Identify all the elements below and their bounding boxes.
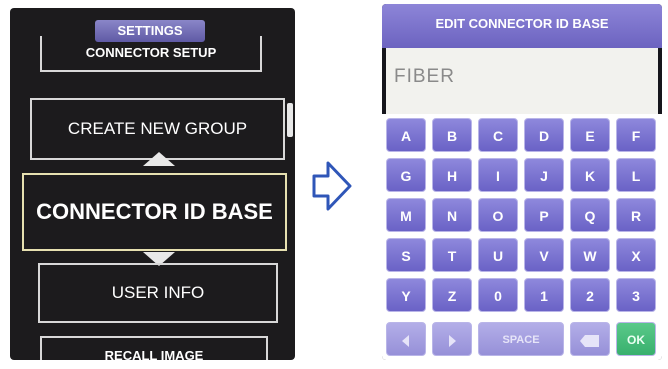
right-arrow-icon — [312, 161, 352, 211]
scroll-up-icon[interactable] — [143, 152, 175, 166]
key-Y[interactable]: Y — [386, 278, 426, 312]
key-L[interactable]: L — [616, 158, 656, 192]
key-E[interactable]: E — [570, 118, 610, 152]
key-R[interactable]: R — [616, 198, 656, 232]
key-0[interactable]: 0 — [478, 278, 518, 312]
arrow-left-icon — [402, 335, 409, 348]
menu-item-create-new-group[interactable]: CREATE NEW GROUP — [30, 98, 285, 160]
key-F[interactable]: F — [616, 118, 656, 152]
key-2[interactable]: 2 — [570, 278, 610, 312]
key-3[interactable]: 3 — [616, 278, 656, 312]
key-U[interactable]: U — [478, 238, 518, 272]
key-I[interactable]: I — [478, 158, 518, 192]
ok-button[interactable]: OK — [616, 322, 656, 356]
cursor-left-button[interactable] — [386, 322, 426, 356]
key-P[interactable]: P — [524, 198, 564, 232]
key-N[interactable]: N — [432, 198, 472, 232]
key-K[interactable]: K — [570, 158, 610, 192]
menu-item-recall-image[interactable]: RECALL IMAGE — [40, 336, 268, 360]
key-A[interactable]: A — [386, 118, 426, 152]
key-O[interactable]: O — [478, 198, 518, 232]
menu-item-user-info[interactable]: USER INFO — [38, 263, 278, 323]
backspace-icon — [580, 335, 599, 348]
edit-title: EDIT CONNECTOR ID BASE — [382, 4, 662, 48]
key-X[interactable]: X — [616, 238, 656, 272]
key-H[interactable]: H — [432, 158, 472, 192]
key-C[interactable]: C — [478, 118, 518, 152]
cursor-right-button[interactable] — [432, 322, 472, 356]
text-input-field[interactable]: FIBER — [386, 48, 658, 114]
on-screen-keyboard: A B C D E F G H I J K L M N O P Q R S T … — [382, 114, 662, 360]
key-S[interactable]: S — [386, 238, 426, 272]
key-W[interactable]: W — [570, 238, 610, 272]
key-M[interactable]: M — [386, 198, 426, 232]
scrollbar-handle[interactable] — [287, 103, 293, 137]
key-B[interactable]: B — [432, 118, 472, 152]
settings-title: SETTINGS — [95, 20, 205, 42]
key-D[interactable]: D — [524, 118, 564, 152]
key-1[interactable]: 1 — [524, 278, 564, 312]
key-Q[interactable]: Q — [570, 198, 610, 232]
key-V[interactable]: V — [524, 238, 564, 272]
key-J[interactable]: J — [524, 158, 564, 192]
backspace-button[interactable] — [570, 322, 610, 356]
key-T[interactable]: T — [432, 238, 472, 272]
edit-screen: EDIT CONNECTOR ID BASE FIBER A B C D E F… — [382, 4, 662, 360]
key-G[interactable]: G — [386, 158, 426, 192]
arrow-right-icon — [449, 335, 456, 348]
menu-item-connector-id-base[interactable]: CONNECTOR ID BASE — [22, 173, 287, 251]
space-button[interactable]: SPACE — [478, 322, 564, 356]
input-value: FIBER — [394, 66, 455, 87]
settings-screen: CONNECTOR SETUP SETTINGS CREATE NEW GROU… — [10, 8, 295, 360]
key-Z[interactable]: Z — [432, 278, 472, 312]
